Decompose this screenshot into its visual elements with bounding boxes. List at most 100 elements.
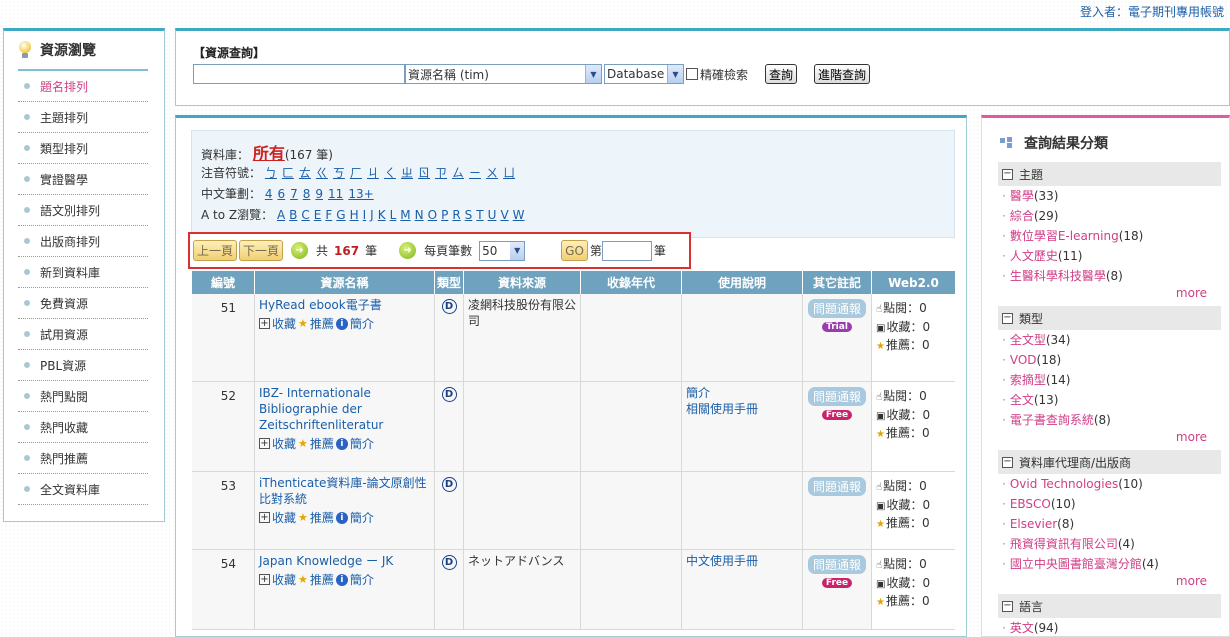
facet-item[interactable]: · 綜合(29) <box>998 206 1221 226</box>
az-link[interactable]: S <box>465 208 473 222</box>
facet-item-name[interactable]: VOD <box>1010 353 1037 367</box>
database-all-link[interactable]: 所有 <box>253 144 285 163</box>
collect-link[interactable]: 收藏 <box>272 571 296 588</box>
zhuyin-link[interactable]: ㄧ <box>469 166 481 180</box>
az-link[interactable]: L <box>390 208 397 222</box>
zhuyin-link[interactable]: ㄊ <box>299 166 311 180</box>
sidebar-item[interactable]: 實證醫學 <box>18 164 148 195</box>
zhuyin-link[interactable]: ㄅ <box>265 166 277 180</box>
exact-search-checkbox[interactable] <box>686 68 698 80</box>
next-page-button[interactable]: 下一頁 <box>239 240 284 261</box>
facet-item-name[interactable]: 英文 <box>1010 621 1034 635</box>
col-header-number[interactable]: 編號 <box>192 271 255 294</box>
az-link[interactable]: C <box>301 208 309 222</box>
strokes-link[interactable]: 13+ <box>348 187 373 201</box>
help-link[interactable]: 中文使用手冊 <box>686 553 798 569</box>
recommend-link[interactable]: 推薦 <box>310 571 334 588</box>
facet-item-name[interactable]: 生醫科學科技醫學 <box>1010 269 1106 283</box>
facet-item-name[interactable]: EBSCO <box>1010 497 1051 511</box>
sidebar-item[interactable]: 熱門收藏 <box>18 412 148 443</box>
facet-item[interactable]: · 人文歷史(11) <box>998 246 1221 266</box>
facet-item-name[interactable]: 人文歷史 <box>1010 249 1058 263</box>
collect-link[interactable]: 收藏 <box>272 435 296 452</box>
more-link[interactable]: more <box>998 286 1221 304</box>
col-header-source[interactable]: 資料來源 <box>464 271 581 294</box>
help-link[interactable]: 簡介 <box>686 385 798 401</box>
az-link[interactable]: G <box>336 208 345 222</box>
plus-box-icon[interactable]: + <box>259 318 270 329</box>
strokes-link[interactable]: 8 <box>303 187 311 201</box>
col-header-type[interactable]: 類型 <box>435 271 464 294</box>
az-link[interactable]: I <box>363 208 367 222</box>
strokes-link[interactable]: 7 <box>290 187 298 201</box>
az-link[interactable]: R <box>452 208 460 222</box>
resource-title-link[interactable]: HyRead ebook電子書 <box>259 297 430 313</box>
strokes-link[interactable]: 11 <box>328 187 343 201</box>
intro-link[interactable]: 簡介 <box>350 571 374 588</box>
facet-item-name[interactable]: 索摘型 <box>1010 373 1046 387</box>
zhuyin-link[interactable]: ㄖ <box>418 166 430 180</box>
intro-link[interactable]: 簡介 <box>350 315 374 332</box>
sidebar-item[interactable]: 主題排列 <box>18 102 148 133</box>
type-select[interactable]: Database ▼ <box>604 64 684 84</box>
facet-item[interactable]: · 英文(94) <box>998 618 1221 637</box>
sidebar-item[interactable]: PBL資源 <box>18 350 148 381</box>
collect-link[interactable]: 收藏 <box>272 509 296 526</box>
sidebar-item[interactable]: 試用資源 <box>18 319 148 350</box>
col-header-web20[interactable]: Web2.0 <box>872 271 955 294</box>
facet-item-name[interactable]: 數位學習E-learning <box>1010 229 1119 243</box>
col-header-title[interactable]: 資源名稱 <box>255 271 435 294</box>
col-header-notes[interactable]: 其它註記 <box>803 271 872 294</box>
prev-page-button[interactable]: 上一頁 <box>193 240 238 261</box>
az-link[interactable]: U <box>488 208 497 222</box>
advanced-search-button[interactable]: 進階查詢 <box>814 64 871 84</box>
facet-item[interactable]: · VOD(18) <box>998 350 1221 370</box>
keyword-input[interactable] <box>193 64 405 84</box>
strokes-link[interactable]: 4 <box>265 187 273 201</box>
go-button[interactable]: GO <box>561 240 588 261</box>
facet-item-name[interactable]: 國立中央圖書館臺灣分館 <box>1010 557 1142 571</box>
facet-item[interactable]: · 數位學習E-learning(18) <box>998 226 1221 246</box>
intro-link[interactable]: 簡介 <box>350 509 374 526</box>
az-link[interactable]: J <box>370 208 374 222</box>
facet-group-header[interactable]: − 類型 <box>998 306 1221 330</box>
zhuyin-link[interactable]: ㄨ <box>486 166 498 180</box>
zhuyin-link[interactable]: ㄓ <box>401 166 413 180</box>
az-link[interactable]: F <box>325 208 332 222</box>
search-button[interactable]: 查詢 <box>765 64 798 84</box>
report-problem-button[interactable]: 問題通報 <box>807 299 866 318</box>
sidebar-item[interactable]: 免費資源 <box>18 288 148 319</box>
facet-item[interactable]: · 全文型(34) <box>998 330 1221 350</box>
collapse-icon[interactable]: − <box>1002 600 1013 612</box>
az-link[interactable]: B <box>289 208 297 222</box>
recommend-link[interactable]: 推薦 <box>310 435 334 452</box>
zhuyin-link[interactable]: ㄐ <box>367 166 379 180</box>
strokes-link[interactable]: 6 <box>277 187 285 201</box>
col-header-years[interactable]: 收錄年代 <box>581 271 682 294</box>
az-link[interactable]: K <box>378 208 386 222</box>
az-link[interactable]: O <box>428 208 437 222</box>
zhuyin-link[interactable]: ㄎ <box>333 166 345 180</box>
az-link[interactable]: E <box>314 208 322 222</box>
resource-title-link[interactable]: Japan Knowledge ー JK <box>259 553 430 569</box>
az-link[interactable]: H <box>350 208 359 222</box>
zhuyin-link[interactable]: ㄏ <box>350 166 362 180</box>
sidebar-item[interactable]: 新到資料庫 <box>18 257 148 288</box>
recommend-link[interactable]: 推薦 <box>310 315 334 332</box>
report-problem-button[interactable]: 問題通報 <box>807 387 866 406</box>
zhuyin-link[interactable]: ㄍ <box>316 166 328 180</box>
field-select[interactable]: 資源名稱 (tim) ▼ <box>405 64 602 84</box>
strokes-link[interactable]: 9 <box>315 187 323 201</box>
collapse-icon[interactable]: − <box>1002 312 1013 324</box>
report-problem-button[interactable]: 問題通報 <box>807 555 866 574</box>
resource-title-link[interactable]: IBZ- Internationale Bibliographie der Ze… <box>259 385 430 433</box>
help-link[interactable]: 相關使用手冊 <box>686 401 798 417</box>
col-header-help[interactable]: 使用說明 <box>682 271 803 294</box>
sidebar-item[interactable]: 熱門推薦 <box>18 443 148 474</box>
az-link[interactable]: P <box>441 208 448 222</box>
more-link[interactable]: more <box>998 574 1221 592</box>
zhuyin-link[interactable]: ㄙ <box>452 166 464 180</box>
facet-item-name[interactable]: Elsevier <box>1010 517 1057 531</box>
facet-item[interactable]: · EBSCO(10) <box>998 494 1221 514</box>
az-link[interactable]: M <box>400 208 410 222</box>
